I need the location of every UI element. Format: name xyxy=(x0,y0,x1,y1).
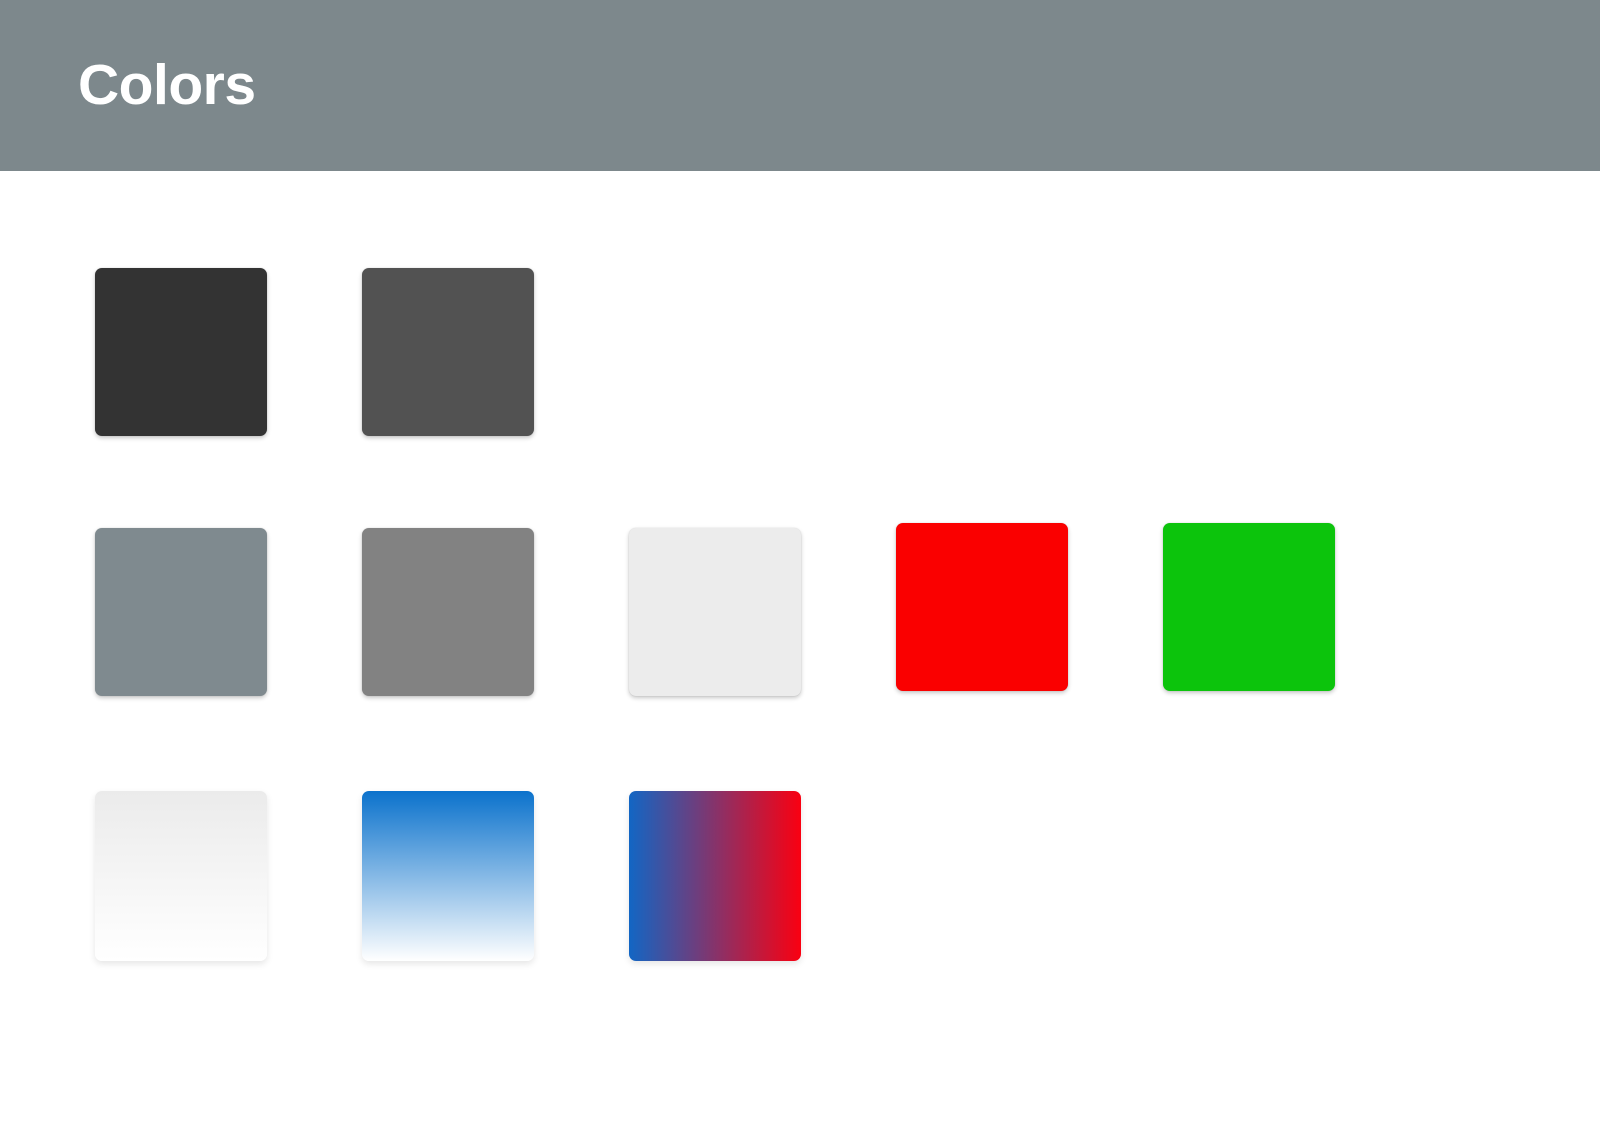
color-swatch-dark-gray[interactable] xyxy=(362,268,534,436)
color-swatch-accent-red[interactable] xyxy=(896,523,1068,691)
swatch-cell-empty-slot-3 xyxy=(1163,268,1430,440)
swatch-cell-blue-to-white-gradient[interactable] xyxy=(362,791,629,963)
swatch-cell-gray-to-white-gradient[interactable] xyxy=(95,791,362,963)
swatch-row-dark-neutrals xyxy=(0,268,1600,440)
page-title: Colors xyxy=(78,53,256,117)
swatch-cell-accent-red[interactable] xyxy=(896,523,1163,700)
swatch-cell-empty-slot-2 xyxy=(896,268,1163,440)
color-swatch-accent-green[interactable] xyxy=(1163,523,1335,691)
swatch-cell-empty-slot-4 xyxy=(896,791,1163,963)
color-swatch-neutral-gray[interactable] xyxy=(362,528,534,696)
color-swatch-blue-gray[interactable] xyxy=(95,528,267,696)
swatch-cell-light-gray[interactable] xyxy=(629,528,896,700)
color-swatch-blue-to-red-gradient[interactable] xyxy=(629,791,801,961)
color-swatch-dark-charcoal[interactable] xyxy=(95,268,267,436)
color-swatch-blue-to-white-gradient[interactable] xyxy=(362,791,534,961)
color-swatch-light-gray[interactable] xyxy=(629,528,801,696)
swatch-cell-neutral-gray[interactable] xyxy=(362,528,629,700)
swatch-row-mid-neutrals-and-accents xyxy=(0,523,1600,700)
header-bar: Colors xyxy=(0,0,1600,171)
swatch-cell-empty-slot-1 xyxy=(629,268,896,440)
swatch-cell-dark-gray[interactable] xyxy=(362,268,629,440)
swatch-cell-blue-to-red-gradient[interactable] xyxy=(629,791,896,963)
swatch-cell-blue-gray[interactable] xyxy=(95,528,362,700)
swatch-cell-empty-slot-5 xyxy=(1163,791,1430,963)
swatch-cell-accent-green[interactable] xyxy=(1163,523,1430,700)
color-swatch-gray-to-white-gradient[interactable] xyxy=(95,791,267,961)
color-swatch-grid xyxy=(0,171,1600,1131)
swatch-row-gradients xyxy=(0,791,1600,963)
swatch-cell-dark-charcoal[interactable] xyxy=(95,268,362,440)
